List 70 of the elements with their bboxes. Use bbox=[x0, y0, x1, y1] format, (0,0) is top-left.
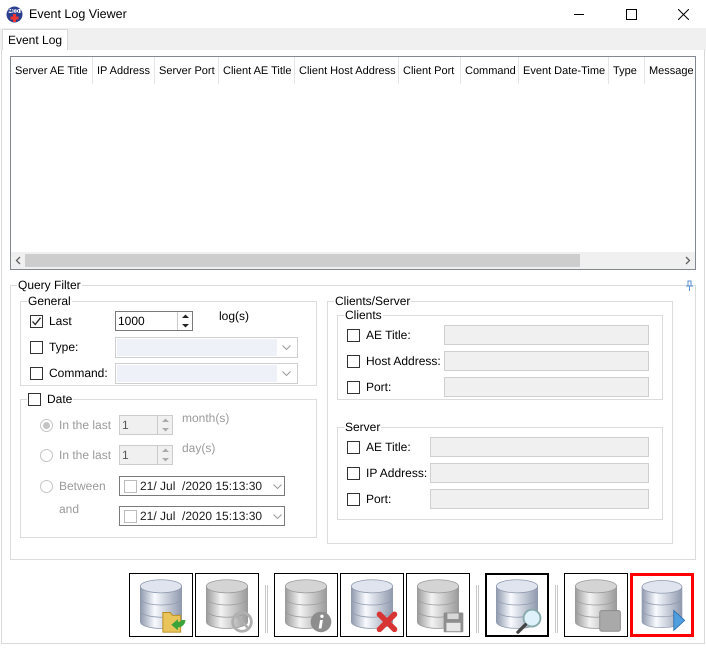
group-title: Clients/Server bbox=[335, 294, 410, 308]
text-field[interactable] bbox=[444, 325, 649, 345]
pin-icon[interactable] bbox=[685, 280, 694, 292]
close-icon[interactable] bbox=[678, 8, 688, 20]
scroll-right-icon[interactable] bbox=[683, 256, 692, 265]
group-title: General bbox=[28, 294, 71, 308]
checkbox-label: Command: bbox=[48, 366, 109, 380]
checkbox[interactable] bbox=[347, 440, 360, 454]
column-header[interactable]: Message bbox=[645, 57, 695, 84]
column-header[interactable]: Client Port bbox=[399, 57, 461, 84]
column-header[interactable]: Type bbox=[609, 57, 645, 84]
checkbox[interactable] bbox=[347, 466, 360, 480]
checkbox-label: Type: bbox=[48, 340, 80, 354]
number-field[interactable]: 1 bbox=[119, 445, 173, 465]
checkbox[interactable] bbox=[30, 314, 43, 328]
column-header[interactable]: Client Host Address bbox=[295, 57, 399, 84]
checkbox-label: AE Title: bbox=[365, 328, 412, 342]
column-header[interactable]: Client AE Title bbox=[219, 57, 295, 84]
checkbox-label: IP Address: bbox=[365, 466, 428, 480]
app-logo-icon bbox=[6, 6, 23, 22]
radio-button[interactable] bbox=[40, 448, 53, 462]
checkbox-label: Host Address: bbox=[365, 354, 442, 368]
checkbox[interactable] bbox=[347, 492, 360, 506]
unit-label: day(s) bbox=[182, 441, 216, 455]
unit-label: log(s) bbox=[219, 309, 250, 323]
maximize-icon[interactable] bbox=[626, 8, 636, 20]
checkbox-label: AE Title: bbox=[365, 440, 412, 454]
group-title: Query Filter bbox=[18, 278, 81, 292]
radio-label: In the last bbox=[58, 418, 112, 432]
number-field[interactable]: 1000 bbox=[115, 311, 193, 331]
column-header[interactable]: Command bbox=[461, 57, 519, 84]
checkbox-label: Port: bbox=[365, 492, 392, 506]
window-title: Event Log Viewer bbox=[29, 7, 128, 21]
radio-button[interactable] bbox=[40, 480, 53, 492]
text-field[interactable] bbox=[444, 377, 649, 397]
spin-buttons[interactable] bbox=[177, 312, 192, 330]
checkbox[interactable] bbox=[28, 392, 41, 406]
group-title: Clients bbox=[345, 308, 382, 322]
unit-label: month(s) bbox=[182, 411, 230, 425]
checkbox-label: Port: bbox=[365, 380, 392, 394]
chevron-down-icon bbox=[273, 484, 282, 488]
number-field[interactable]: 1 bbox=[119, 415, 173, 435]
column-header[interactable]: Server AE Title bbox=[11, 57, 93, 84]
column-header[interactable]: Server Port bbox=[155, 57, 219, 84]
chevron-down-icon bbox=[273, 514, 282, 518]
column-header[interactable]: IP Address bbox=[93, 57, 155, 84]
chevron-down-icon bbox=[282, 344, 291, 350]
text-field[interactable] bbox=[430, 463, 649, 483]
scroll-left-icon[interactable] bbox=[14, 256, 23, 265]
text-field[interactable] bbox=[444, 351, 649, 371]
horizontal-scrollbar[interactable] bbox=[11, 252, 695, 269]
and-label: and bbox=[58, 502, 80, 516]
checkbox[interactable] bbox=[347, 328, 360, 342]
checkbox[interactable] bbox=[30, 340, 43, 354]
checkbox[interactable] bbox=[30, 366, 43, 380]
text-field[interactable] bbox=[430, 489, 649, 509]
checkbox[interactable] bbox=[347, 380, 360, 394]
checkbox[interactable] bbox=[347, 354, 360, 368]
chevron-down-icon bbox=[282, 370, 291, 376]
group-title: Server bbox=[345, 420, 380, 434]
checkbox-label: Last bbox=[48, 314, 73, 328]
radio-label: Between bbox=[58, 479, 107, 493]
radio-label: In the last bbox=[58, 448, 112, 462]
radio-button[interactable] bbox=[40, 418, 53, 432]
column-header[interactable]: Event Date-Time bbox=[519, 57, 609, 84]
text-field[interactable] bbox=[430, 437, 649, 457]
tab[interactable]: Event Log bbox=[2, 29, 68, 50]
checkbox-label: Date bbox=[47, 392, 72, 406]
date-picker[interactable]: 21/ Jul /2020 15:13:30 bbox=[119, 476, 285, 496]
date-picker[interactable]: 21/ Jul /2020 15:13:30 bbox=[119, 506, 285, 526]
